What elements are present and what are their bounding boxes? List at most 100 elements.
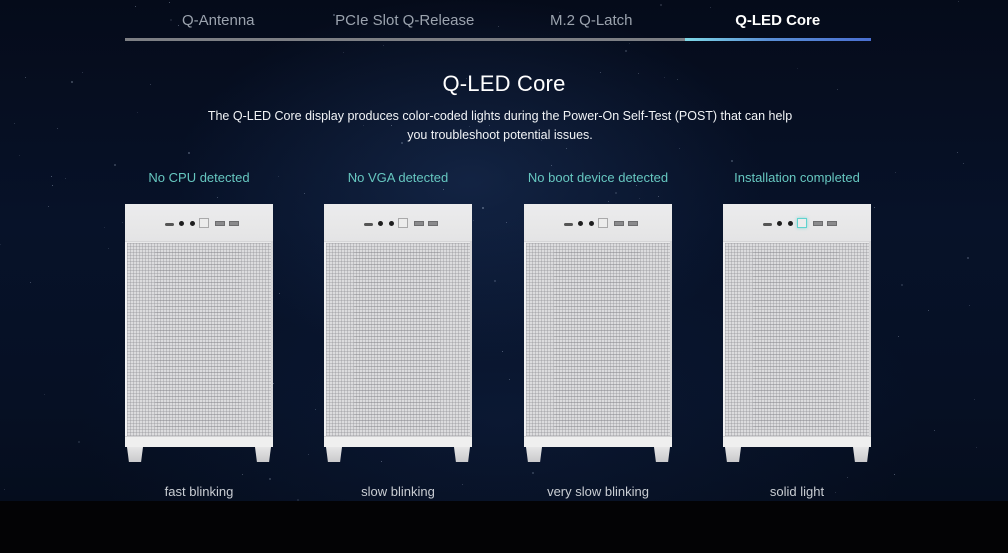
star [3,489,5,491]
usb-a-port-icon [215,221,225,226]
tab-label: Q-LED Core [735,12,821,29]
star [13,122,15,124]
star [894,474,895,475]
bottom-band [0,501,1008,553]
audio-jack-icon [378,221,383,226]
usb-a-port-icon [428,221,438,226]
tab-pcie-slot-q-release[interactable]: PCIe Slot Q-Release [311,0,498,41]
star [43,393,45,395]
star [975,446,977,448]
tab-underline [125,38,312,41]
usb-c-port-icon [364,223,373,226]
star [956,151,958,153]
star [679,147,681,149]
mic-jack-icon [589,221,594,226]
star [108,248,109,250]
io-ports [364,218,444,230]
usb-a-port-icon [414,221,424,226]
star [121,222,123,224]
section-title: Q-LED Core [442,71,566,96]
q-led-indicator-icon [598,218,608,228]
case-base [324,436,472,447]
star [796,68,798,70]
io-ports [564,218,644,230]
usb-c-port-icon [165,223,174,226]
post-state-card: No boot device detected very slow blinki… [524,168,672,501]
post-state-card: No CPU detected fast blinking [125,168,273,501]
post-state-status: No boot device detected [527,170,669,185]
case-foot [255,447,271,462]
star [629,43,630,45]
star [969,304,971,306]
audio-jack-icon [578,221,583,226]
tab-underline [311,38,498,41]
star [927,309,929,311]
post-state-caption: solid light [769,484,825,499]
tab-q-led-core[interactable]: Q-LED Core [684,0,871,41]
star [104,226,106,228]
star [64,177,66,179]
star [565,147,567,149]
audio-jack-icon [777,221,782,226]
front-io-panel [125,204,273,242]
tab-label: M.2 Q-Latch [549,12,633,29]
front-mesh-panel [526,243,670,436]
tab-underline [498,38,685,41]
post-state-status: No VGA detected [347,170,449,185]
star [551,165,553,167]
star [51,175,53,177]
mic-jack-icon [190,221,195,226]
pc-case-image [125,204,273,462]
tab-q-antenna[interactable]: Q-Antenna [125,0,312,41]
star [957,0,959,2]
q-led-indicator-icon [797,218,807,228]
feature-tabs: Q-Antenna PCIe Slot Q-Release M.2 Q-Latc… [125,0,871,41]
star [934,430,936,432]
star [113,164,116,167]
io-ports [165,218,245,230]
front-mesh-panel [725,243,869,436]
case-base [125,436,273,447]
star [897,336,899,337]
case-base [723,436,871,447]
tab-m2-q-latch[interactable]: M.2 Q-Latch [498,0,685,41]
case-foot [654,447,670,462]
tab-underline-active [684,38,871,41]
case-foot [853,447,869,462]
post-states-list: No CPU detected fast blinking No VGA det… [125,168,871,501]
star [874,207,876,209]
mic-jack-icon [389,221,394,226]
front-mesh-panel [326,243,470,436]
front-io-panel [723,204,871,242]
usb-a-port-icon [229,221,239,226]
star [52,184,54,186]
star [973,399,975,401]
pc-case-image [524,204,672,462]
star [967,257,970,260]
q-led-indicator-icon [398,218,408,228]
usb-c-port-icon [564,223,573,226]
q-led-indicator-icon [199,218,209,228]
star [137,111,139,113]
usb-a-port-icon [614,221,624,226]
usb-c-port-icon [763,223,772,226]
post-state-card: Installation completed solid light [723,168,871,501]
case-foot [725,447,741,462]
front-io-panel [324,204,472,242]
section-description: The Q-LED Core display produces color-co… [207,109,793,142]
mic-jack-icon [788,221,793,226]
io-ports [763,218,843,230]
usb-a-port-icon [827,221,837,226]
post-state-card: No VGA detected slow blinking [324,168,472,501]
front-io-panel [524,204,672,242]
usb-a-port-icon [628,221,638,226]
star [0,243,2,245]
case-base [524,436,672,447]
star [29,281,31,283]
post-state-status: No CPU detected [148,170,250,185]
pc-case-image [723,204,871,462]
star [901,284,904,287]
star [57,128,59,130]
star [730,160,733,162]
usb-a-port-icon [813,221,823,226]
